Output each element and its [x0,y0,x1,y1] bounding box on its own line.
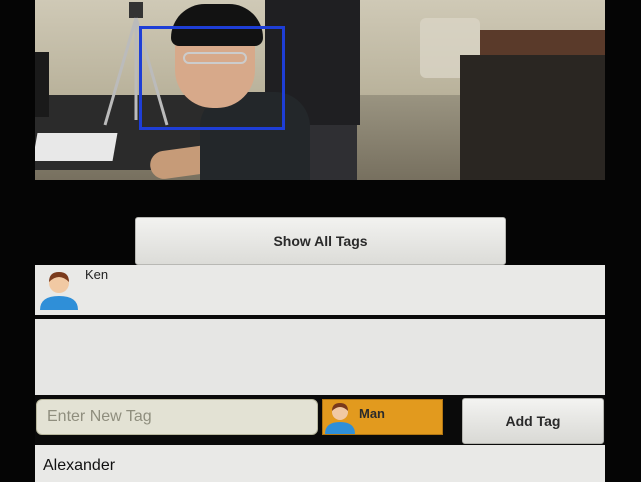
gender-label: Man [359,406,385,421]
add-tag-button[interactable]: Add Tag [462,398,604,444]
suggestion-label: Alexander [43,457,116,474]
new-tag-input[interactable] [36,399,318,435]
camera-preview[interactable] [35,0,605,180]
man-avatar-icon [325,403,355,434]
show-all-tags-button[interactable]: Show All Tags [135,217,506,265]
user-avatar-icon [40,272,78,310]
tag-list-empty-area [35,319,605,395]
preview-cabinet [460,55,605,180]
suggestion-item[interactable]: Alexander [35,445,605,482]
gender-selector[interactable]: Man [322,399,443,435]
face-detection-box[interactable] [139,26,285,130]
tag-name-label: Ken [85,267,109,282]
preview-monitor [35,52,49,117]
tag-list-item[interactable]: Ken [35,265,605,315]
preview-paper [35,133,118,161]
